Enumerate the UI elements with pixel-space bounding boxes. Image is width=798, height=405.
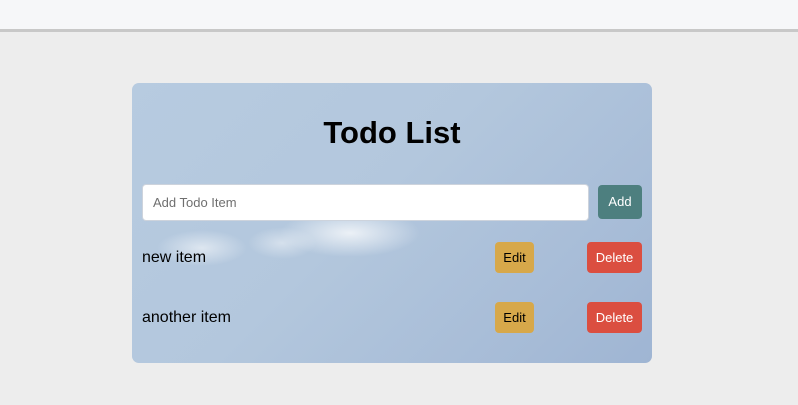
page-title: Todo List [323, 115, 461, 150]
todo-input[interactable] [142, 184, 589, 221]
edit-button[interactable]: Edit [495, 302, 534, 333]
delete-button[interactable]: Delete [587, 302, 642, 333]
todo-item-text: new item [142, 249, 207, 266]
delete-button[interactable]: Delete [587, 242, 642, 273]
todo-item-text: another item [142, 309, 231, 326]
add-button[interactable]: Add [598, 185, 642, 219]
todo-item: another item Edit Delete [132, 302, 652, 334]
edit-button[interactable]: Edit [495, 242, 534, 273]
todo-card: Todo List Add new item Edit Delete anoth… [132, 83, 652, 363]
todo-item: new item Edit Delete [132, 242, 652, 274]
browser-toolbar [0, 0, 798, 32]
